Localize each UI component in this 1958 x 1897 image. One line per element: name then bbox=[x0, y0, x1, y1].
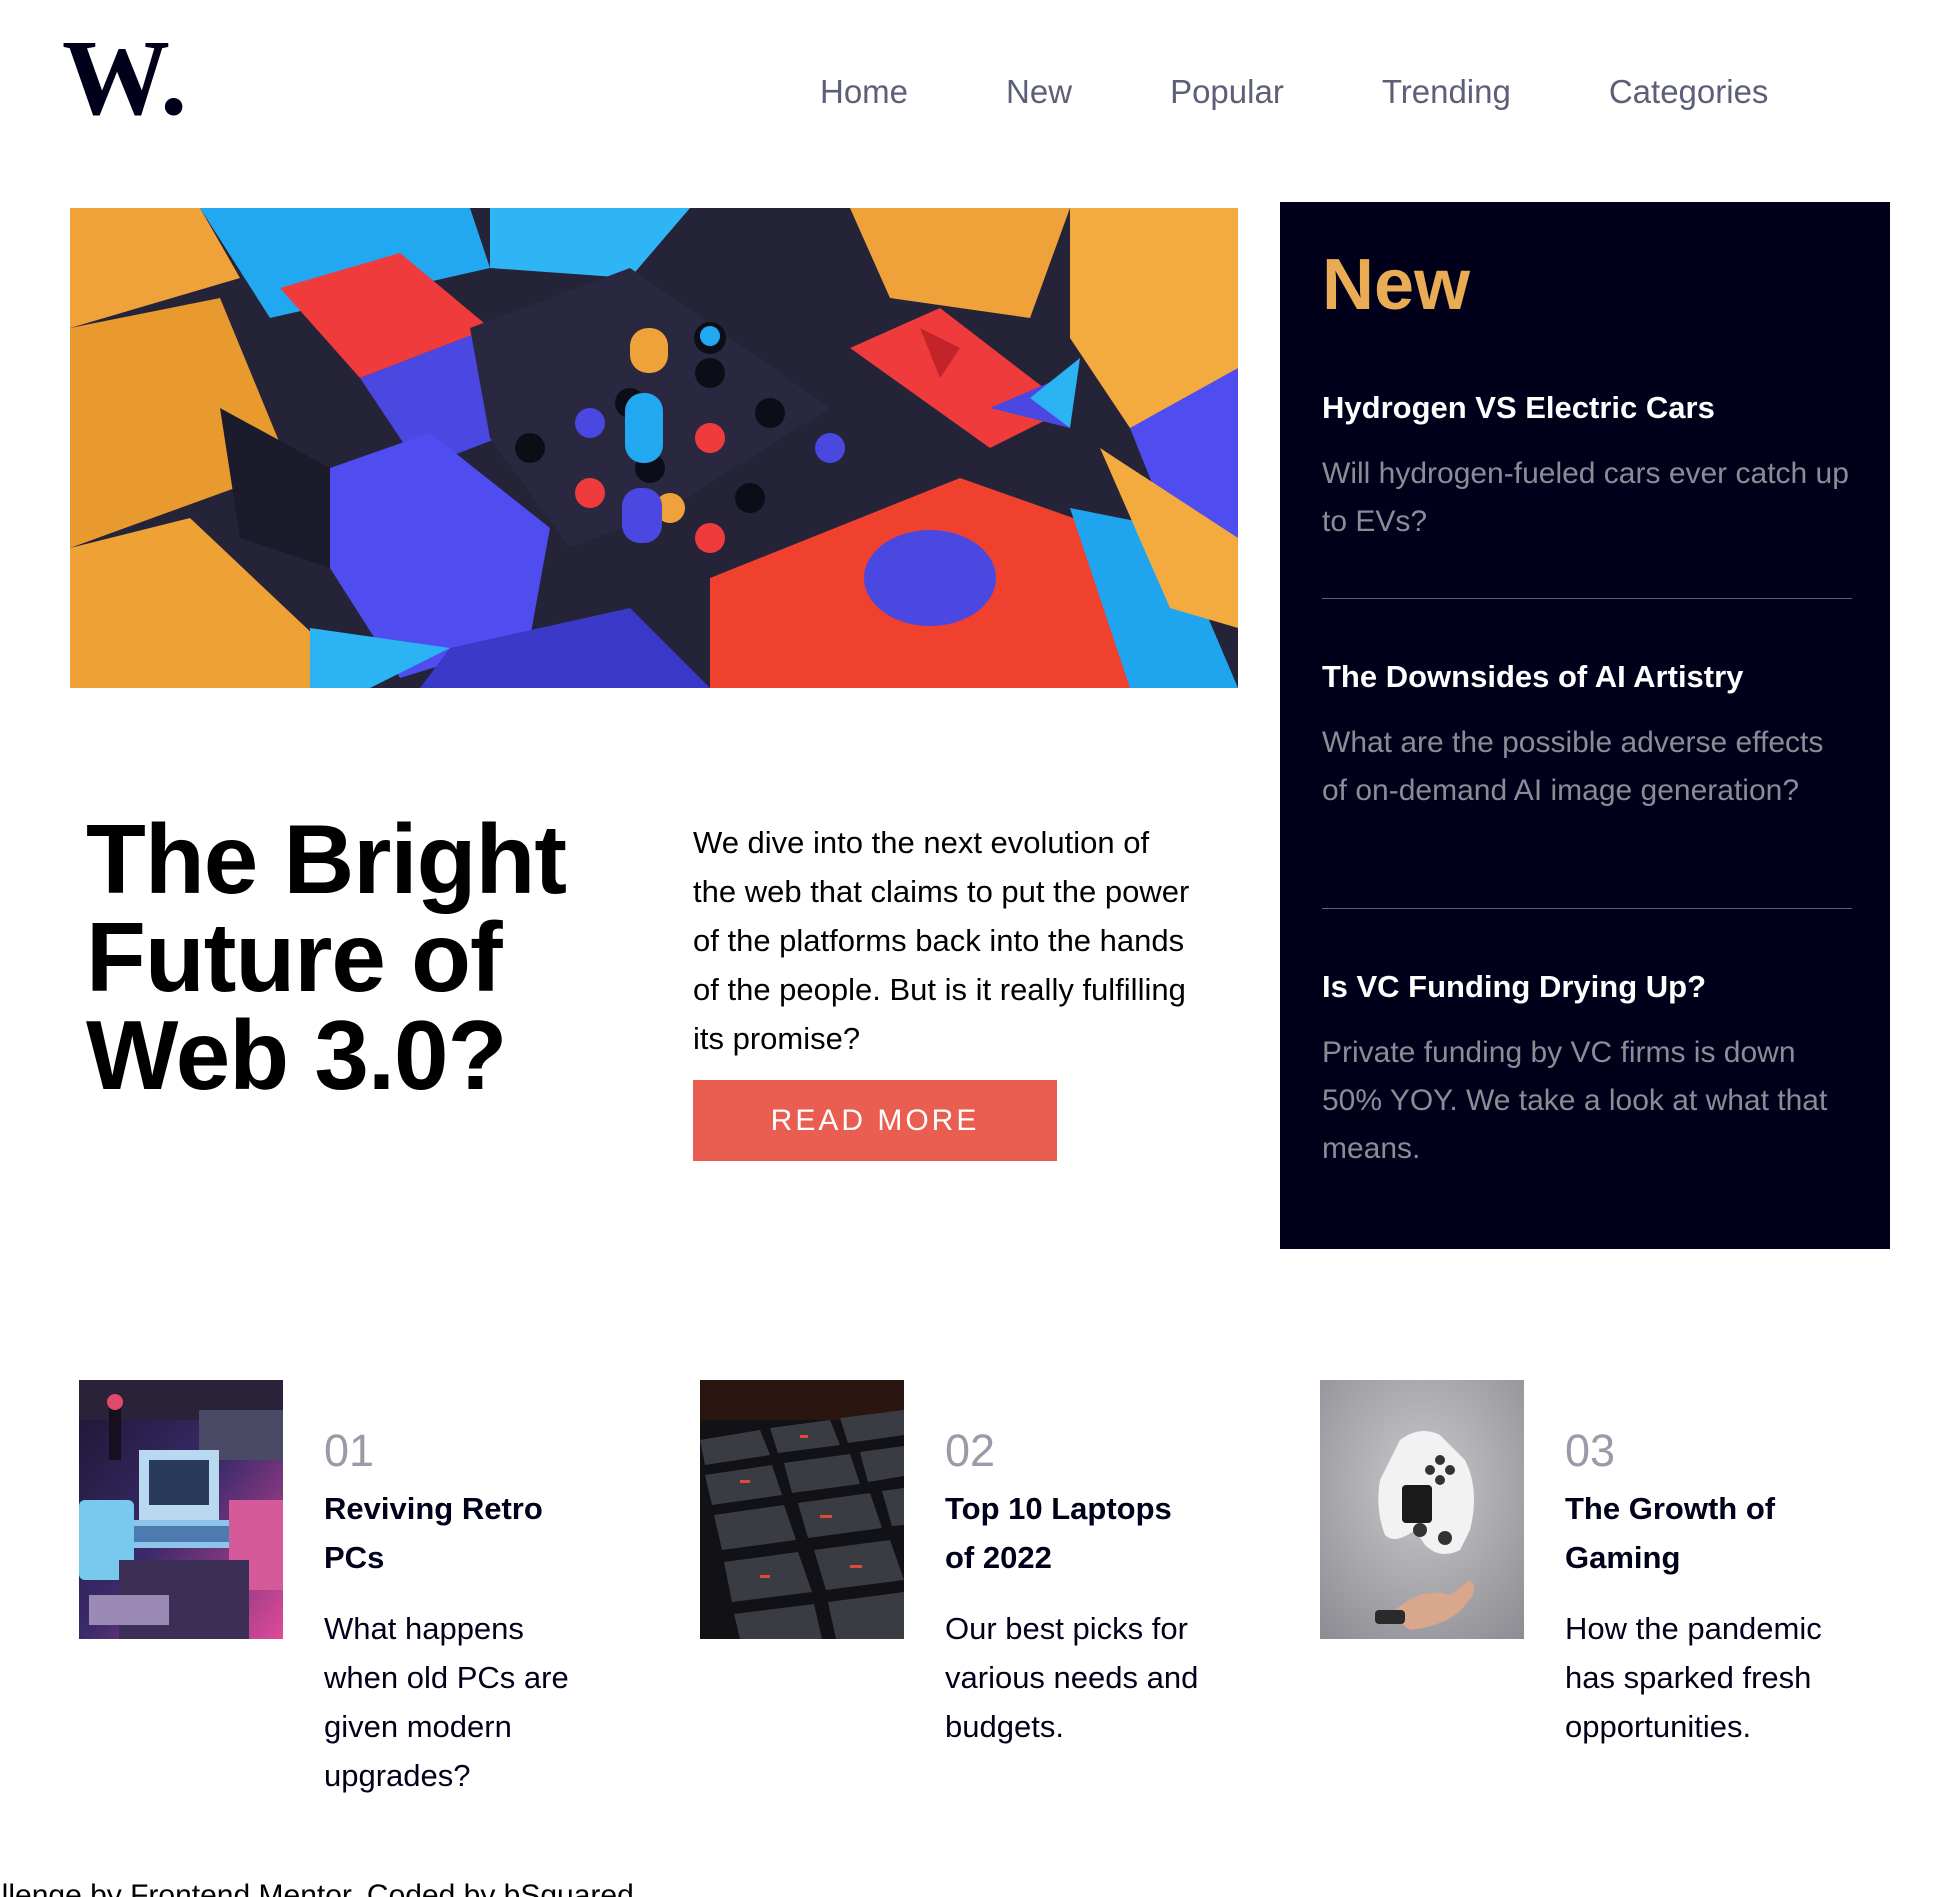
laptops-thumbnail[interactable] bbox=[700, 1380, 904, 1639]
logo-text: W. bbox=[62, 34, 187, 122]
laptop-keyboard-image bbox=[700, 1380, 904, 1639]
divider bbox=[1322, 598, 1852, 599]
hero-headline-line-2: Future of bbox=[86, 902, 503, 1012]
main-nav: Home New Popular Trending Categories bbox=[820, 72, 1768, 112]
new-item-1[interactable]: Hydrogen VS Electric Cars Will hydrogen-… bbox=[1322, 388, 1854, 546]
game-controller-image bbox=[1320, 1380, 1524, 1639]
divider bbox=[1322, 908, 1852, 909]
new-item-title[interactable]: The Downsides of AI Artistry bbox=[1322, 657, 1854, 697]
article-number: 03 bbox=[1565, 1425, 1616, 1476]
hero-headline-line-3: Web 3.0? bbox=[86, 1000, 507, 1110]
read-more-button[interactable]: READ MORE bbox=[693, 1080, 1057, 1161]
new-item-desc: Private funding by VC firms is down 50% … bbox=[1322, 1036, 1828, 1165]
new-item-3[interactable]: Is VC Funding Drying Up? Private funding… bbox=[1322, 967, 1854, 1173]
article-desc: Our best picks for various needs and bud… bbox=[945, 1611, 1199, 1744]
nav-trending[interactable]: Trending bbox=[1382, 72, 1511, 112]
hero-headline-line-1: The Bright bbox=[86, 804, 567, 914]
article-desc: How the pandemic has sparked fresh oppor… bbox=[1565, 1611, 1822, 1744]
hero-abstract-blocks-illustration bbox=[70, 208, 1238, 688]
retro-pc-image bbox=[79, 1380, 283, 1639]
gaming-thumbnail[interactable] bbox=[1320, 1380, 1524, 1639]
footer-text: allenge by Frontend Mentor. Coded by bSq… bbox=[0, 1879, 643, 1897]
article-title[interactable]: Reviving Retro PCs bbox=[324, 1484, 584, 1582]
article-desc: What happens when old PCs are given mode… bbox=[324, 1611, 569, 1793]
nav-popular[interactable]: Popular bbox=[1170, 72, 1284, 112]
new-item-title[interactable]: Is VC Funding Drying Up? bbox=[1322, 967, 1854, 1007]
hero-headline: The Bright Future of Web 3.0? bbox=[86, 810, 646, 1104]
article-number: 02 bbox=[945, 1425, 996, 1476]
new-item-desc: Will hydrogen-fueled cars ever catch up … bbox=[1322, 457, 1849, 538]
retro-pcs-thumbnail[interactable] bbox=[79, 1380, 283, 1639]
attribution-footer: allenge by Frontend Mentor. Coded by bSq… bbox=[0, 1878, 642, 1897]
new-item-desc: What are the possible adverse effects of… bbox=[1322, 726, 1824, 807]
new-panel-title: New bbox=[1322, 245, 1471, 325]
nav-new[interactable]: New bbox=[1006, 72, 1072, 112]
hero-description: We dive into the next evolution of the w… bbox=[693, 825, 1190, 1056]
nav-categories[interactable]: Categories bbox=[1609, 72, 1769, 112]
article-title[interactable]: The Growth of Gaming bbox=[1565, 1484, 1825, 1582]
new-item-2[interactable]: The Downsides of AI Artistry What are th… bbox=[1322, 657, 1854, 815]
hero-image bbox=[70, 208, 1238, 688]
nav-home[interactable]: Home bbox=[820, 72, 908, 112]
new-item-title[interactable]: Hydrogen VS Electric Cars bbox=[1322, 388, 1854, 428]
new-articles-panel: New Hydrogen VS Electric Cars Will hydro… bbox=[1280, 202, 1890, 1249]
article-number: 01 bbox=[324, 1425, 375, 1476]
site-logo[interactable]: W. bbox=[62, 34, 194, 122]
article-title[interactable]: Top 10 Laptops of 2022 bbox=[945, 1484, 1205, 1582]
